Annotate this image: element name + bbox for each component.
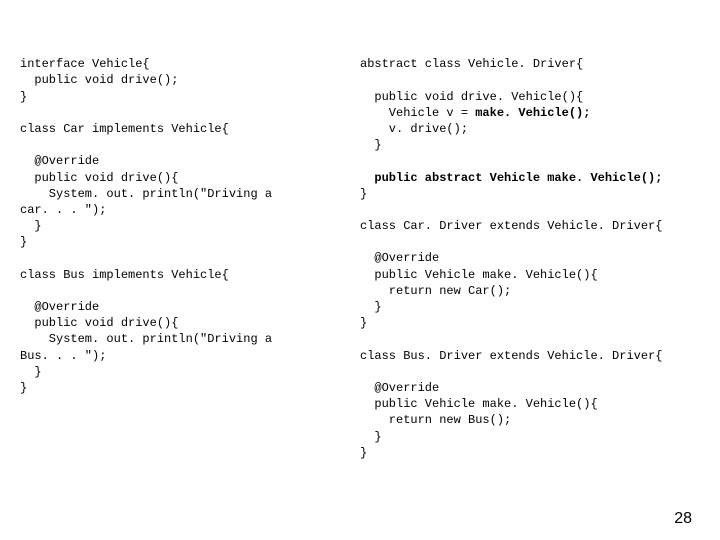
code-line: System. out. println("Driving a bbox=[20, 332, 272, 346]
code-line-bold: public abstract Vehicle make. Vehicle(); bbox=[360, 171, 662, 185]
code-line: class Bus. Driver extends Vehicle. Drive… bbox=[360, 349, 662, 363]
code-line: public void drive(){ bbox=[20, 316, 178, 330]
code-left-column: interface Vehicle{ public void drive(); … bbox=[20, 40, 360, 461]
code-right-column: abstract class Vehicle. Driver{ public v… bbox=[360, 40, 700, 461]
code-line: class Bus implements Vehicle{ bbox=[20, 268, 229, 282]
code-line: } bbox=[20, 235, 27, 249]
code-line: interface Vehicle{ bbox=[20, 57, 150, 71]
page-number: 28 bbox=[674, 510, 692, 528]
code-line: public Vehicle make. Vehicle(){ bbox=[360, 397, 598, 411]
code-line: class Car. Driver extends Vehicle. Drive… bbox=[360, 219, 662, 233]
code-line: @Override bbox=[20, 300, 99, 314]
code-line: abstract class Vehicle. Driver{ bbox=[360, 57, 583, 71]
code-line: } bbox=[360, 316, 367, 330]
code-line: @Override bbox=[20, 154, 99, 168]
code-line: public void drive(); bbox=[20, 73, 178, 87]
code-line: } bbox=[360, 187, 367, 201]
code-line: return new Car(); bbox=[360, 284, 511, 298]
slide-content: interface Vehicle{ public void drive(); … bbox=[0, 0, 720, 461]
code-line: public void drive(){ bbox=[20, 171, 178, 185]
code-line: Bus. . . "); bbox=[20, 349, 106, 363]
code-line: car. . . "); bbox=[20, 203, 106, 217]
code-line: } bbox=[360, 430, 382, 444]
code-line: } bbox=[360, 138, 382, 152]
code-line: } bbox=[20, 219, 42, 233]
code-line: } bbox=[20, 90, 27, 104]
code-line: class Car implements Vehicle{ bbox=[20, 122, 229, 136]
code-line: public void drive. Vehicle(){ bbox=[360, 90, 583, 104]
code-line: @Override bbox=[360, 251, 439, 265]
code-text: Vehicle v = bbox=[360, 106, 475, 120]
code-line: System. out. println("Driving a bbox=[20, 187, 272, 201]
code-line: } bbox=[360, 446, 367, 460]
code-line: Vehicle v = make. Vehicle(); bbox=[360, 106, 590, 120]
code-text-bold: make. Vehicle(); bbox=[475, 106, 590, 120]
code-line: @Override bbox=[360, 381, 439, 395]
code-line: } bbox=[20, 365, 42, 379]
code-line: v. drive(); bbox=[360, 122, 468, 136]
code-line: } bbox=[20, 381, 27, 395]
code-line: } bbox=[360, 300, 382, 314]
code-line: public Vehicle make. Vehicle(){ bbox=[360, 268, 598, 282]
code-line: return new Bus(); bbox=[360, 413, 511, 427]
